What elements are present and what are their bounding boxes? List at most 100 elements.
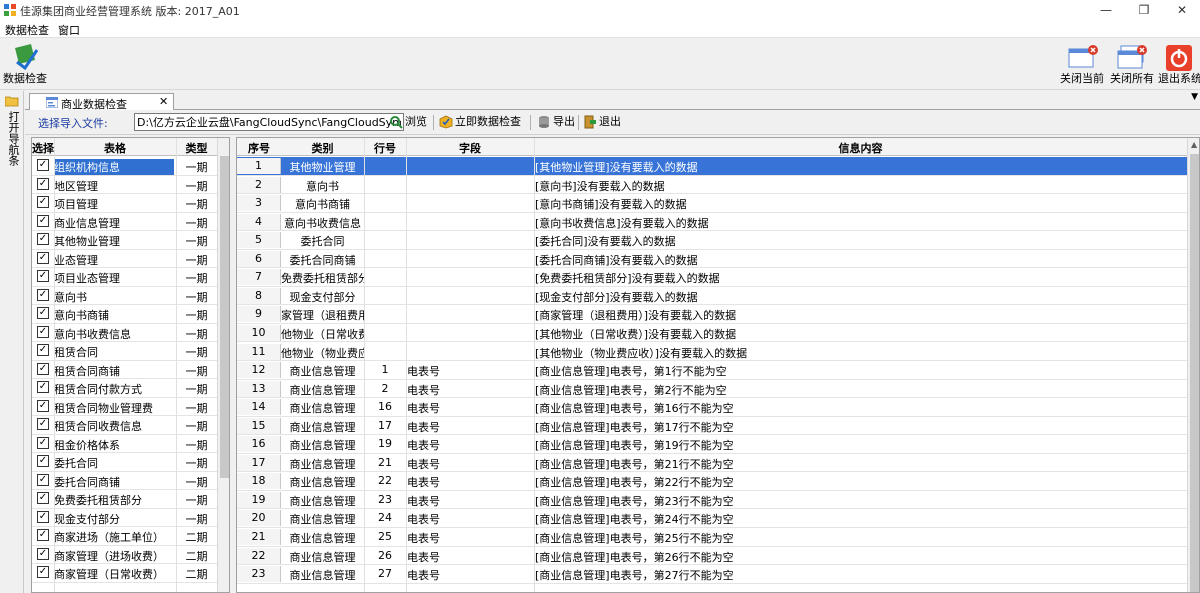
maximize-button[interactable]: ❐ bbox=[1126, 0, 1162, 20]
table-row[interactable]: ✓ 租赁合同收费信息 一期 bbox=[32, 416, 217, 435]
table-row[interactable]: ✓ 项目业态管理 一期 bbox=[32, 268, 217, 287]
table-row[interactable]: ✓ 组织机构信息 一期 bbox=[32, 157, 217, 176]
table-row[interactable]: 2 意向书 [意向书]没有要载入的数据 bbox=[237, 176, 1187, 195]
checkbox-icon[interactable]: ✓ bbox=[37, 307, 49, 319]
table-name: 租赁合同付款方式 bbox=[54, 383, 142, 396]
checkbox-icon[interactable]: ✓ bbox=[37, 436, 49, 449]
folder-icon bbox=[5, 96, 19, 107]
table-name: 租赁合同商铺 bbox=[54, 364, 120, 378]
close-all-label: 关闭所有 bbox=[1110, 72, 1154, 85]
menu-data-check[interactable]: 数据检查 bbox=[5, 22, 49, 38]
row-message: [意向书]没有要载入的数据 bbox=[535, 179, 665, 193]
checkbox-icon[interactable]: ✓ bbox=[37, 251, 49, 264]
checkbox-icon[interactable]: ✓ bbox=[37, 566, 49, 578]
close-all-button[interactable]: 关闭所有 bbox=[1108, 40, 1156, 88]
table-row[interactable]: 1 其他物业管理 [其他物业管理]没有要载入的数据 bbox=[237, 157, 1187, 176]
checkbox-icon[interactable]: ✓ bbox=[37, 159, 49, 171]
exit-system-button[interactable]: 退出系统 bbox=[1158, 40, 1200, 88]
right-scrollbar-thumb[interactable] bbox=[1190, 154, 1199, 592]
data-check-button[interactable]: 数据检查 bbox=[2, 40, 48, 88]
checkbox-icon[interactable]: ✓ bbox=[37, 418, 49, 430]
table-row[interactable]: ✓ 商家管理（日常收费） 二期 bbox=[32, 564, 217, 583]
table-row[interactable]: 6 委托合同商铺 [委托合同商铺]没有要载入的数据 bbox=[237, 250, 1187, 269]
table-row[interactable]: ✓ 项目管理 一期 bbox=[32, 194, 217, 213]
checkbox-icon[interactable]: ✓ bbox=[37, 547, 49, 560]
checkbox-icon[interactable]: ✓ bbox=[37, 233, 49, 245]
checkbox-icon[interactable]: ✓ bbox=[37, 344, 49, 356]
table-row[interactable]: 8 现金支付部分 [现金支付部分]没有要载入的数据 bbox=[237, 287, 1187, 306]
app-icon bbox=[4, 4, 16, 16]
table-row[interactable]: 20 商业信息管理 24 电表号 [商业信息管理]电表号，第24行不能为空 bbox=[237, 509, 1187, 528]
checkbox-icon[interactable]: ✓ bbox=[37, 177, 49, 190]
table-row[interactable]: 16 商业信息管理 19 电表号 [商业信息管理]电表号，第19行不能为空 bbox=[237, 435, 1187, 454]
left-scrollbar[interactable] bbox=[217, 138, 229, 592]
table-row[interactable]: 3 意向书商铺 [意向书商铺]没有要载入的数据 bbox=[237, 194, 1187, 213]
table-row[interactable]: ✓ 商家进场（施工单位） 二期 bbox=[32, 527, 217, 546]
table-row[interactable]: ✓ 委托合同 一期 bbox=[32, 453, 217, 472]
table-row[interactable]: ✓ 现金支付部分 一期 bbox=[32, 509, 217, 527]
table-row[interactable]: ✓ 免费委托租赁部分 一期 bbox=[32, 490, 217, 509]
table-row[interactable]: ✓ 租金价格体系 一期 bbox=[32, 435, 217, 453]
table-row[interactable]: ✓ 其他物业管理 一期 bbox=[32, 231, 217, 250]
checkbox-icon[interactable]: ✓ bbox=[37, 362, 49, 375]
tab-dropdown-icon[interactable]: ▼ bbox=[1191, 92, 1198, 102]
table-row[interactable]: ✓ 商家管理（进场收费） 二期 bbox=[32, 546, 217, 564]
checkbox-icon[interactable]: ✓ bbox=[37, 196, 49, 208]
table-row[interactable]: ✓ 租赁合同物业管理费 一期 bbox=[32, 398, 217, 416]
table-row[interactable]: 12 商业信息管理 1 电表号 [商业信息管理]电表号，第1行不能为空 bbox=[237, 361, 1187, 380]
table-row[interactable]: 9 家管理（退租费用 [商家管理（退租费用）]没有要载入的数据 bbox=[237, 305, 1187, 324]
browse-button[interactable]: 浏览 bbox=[389, 113, 427, 131]
table-row[interactable]: 4 意向书收费信息 [意向书收费信息]没有要载入的数据 bbox=[237, 213, 1187, 232]
checkbox-icon[interactable]: ✓ bbox=[37, 510, 49, 523]
file-path-input[interactable] bbox=[134, 113, 404, 131]
table-row[interactable]: 17 商业信息管理 21 电表号 [商业信息管理]电表号，第21行不能为空 bbox=[237, 454, 1187, 473]
checkbox-icon[interactable]: ✓ bbox=[37, 381, 49, 393]
scroll-up-icon[interactable]: ▲ bbox=[1191, 140, 1197, 149]
table-row[interactable]: 5 委托合同 [委托合同]没有要载入的数据 bbox=[237, 231, 1187, 250]
table-row[interactable]: 15 商业信息管理 17 电表号 [商业信息管理]电表号，第17行不能为空 bbox=[237, 417, 1187, 436]
check-now-button[interactable]: 立即数据检查 bbox=[439, 113, 521, 131]
table-row[interactable]: ✓ 意向书商铺 一期 bbox=[32, 305, 217, 324]
table-row[interactable]: 11他物业（物业费应收 [其他物业（物业费应收）]没有要载入的数据 bbox=[237, 343, 1187, 361]
table-row[interactable]: 23 商业信息管理 27 电表号 [商业信息管理]电表号，第27行不能为空 bbox=[237, 565, 1187, 584]
checkbox-icon[interactable]: ✓ bbox=[37, 399, 49, 412]
table-row[interactable]: ✓ 租赁合同商铺 一期 bbox=[32, 361, 217, 379]
checkbox-icon[interactable]: ✓ bbox=[37, 288, 49, 301]
row-message: [其他物业（物业费应收）]没有要载入的数据 bbox=[535, 346, 748, 360]
minimize-button[interactable]: — bbox=[1088, 0, 1124, 20]
checkbox-icon[interactable]: ✓ bbox=[37, 473, 49, 486]
table-row[interactable]: 7 免费委托租赁部分 [免费委托租赁部分]没有要载入的数据 bbox=[237, 268, 1187, 287]
table-type: 一期 bbox=[185, 438, 208, 452]
table-row[interactable]: ✓ 委托合同商铺 一期 bbox=[32, 472, 217, 490]
checkbox-icon[interactable]: ✓ bbox=[37, 214, 49, 227]
table-row[interactable]: ✓ 地区管理 一期 bbox=[32, 176, 217, 194]
table-row[interactable]: 22 商业信息管理 26 电表号 [商业信息管理]电表号，第26行不能为空 bbox=[237, 547, 1187, 566]
table-row[interactable]: ✓ 意向书 一期 bbox=[32, 287, 217, 305]
table-row[interactable]: ✓ 商业信息管理 一期 bbox=[32, 213, 217, 231]
table-row[interactable]: 13 商业信息管理 2 电表号 [商业信息管理]电表号，第2行不能为空 bbox=[237, 380, 1187, 399]
right-scrollbar[interactable]: ▲ bbox=[1187, 138, 1199, 592]
table-row[interactable]: ✓ 意向书收费信息 一期 bbox=[32, 324, 217, 342]
tab-close-icon[interactable]: ✕ bbox=[159, 95, 168, 108]
table-row[interactable]: ✓ 租赁合同 一期 bbox=[32, 342, 217, 361]
checkbox-icon[interactable]: ✓ bbox=[37, 455, 49, 467]
export-button[interactable]: 导出 bbox=[537, 113, 575, 131]
close-window-button[interactable]: ✕ bbox=[1164, 0, 1200, 20]
table-row[interactable]: 21 商业信息管理 25 电表号 [商业信息管理]电表号，第25行不能为空 bbox=[237, 528, 1187, 547]
left-scrollbar-thumb[interactable] bbox=[220, 156, 229, 478]
checkbox-icon[interactable]: ✓ bbox=[37, 529, 49, 541]
checkbox-icon[interactable]: ✓ bbox=[37, 492, 49, 504]
table-row[interactable]: 19 商业信息管理 23 电表号 [商业信息管理]电表号，第23行不能为空 bbox=[237, 491, 1187, 510]
tab-business-data-check[interactable]: 商业数据检查 ✕ bbox=[29, 93, 174, 111]
table-row[interactable]: 18 商业信息管理 22 电表号 [商业信息管理]电表号，第22行不能为空 bbox=[237, 472, 1187, 491]
close-current-button[interactable]: 关闭当前 bbox=[1058, 40, 1106, 88]
table-row[interactable]: 14 商业信息管理 16 电表号 [商业信息管理]电表号，第16行不能为空 bbox=[237, 398, 1187, 417]
checkbox-icon[interactable]: ✓ bbox=[37, 325, 49, 338]
table-row[interactable]: 10 他物业（日常收费 [其他物业（日常收费）]没有要载入的数据 bbox=[237, 324, 1187, 343]
navigation-strip[interactable]: 打开导航条 bbox=[0, 91, 24, 593]
menu-window[interactable]: 窗口 bbox=[58, 22, 80, 38]
checkbox-icon[interactable]: ✓ bbox=[37, 270, 49, 282]
exit-button[interactable]: 退出 bbox=[583, 113, 621, 131]
table-row[interactable]: ✓ 业态管理 一期 bbox=[32, 250, 217, 268]
table-row[interactable]: ✓ 租赁合同付款方式 一期 bbox=[32, 379, 217, 398]
